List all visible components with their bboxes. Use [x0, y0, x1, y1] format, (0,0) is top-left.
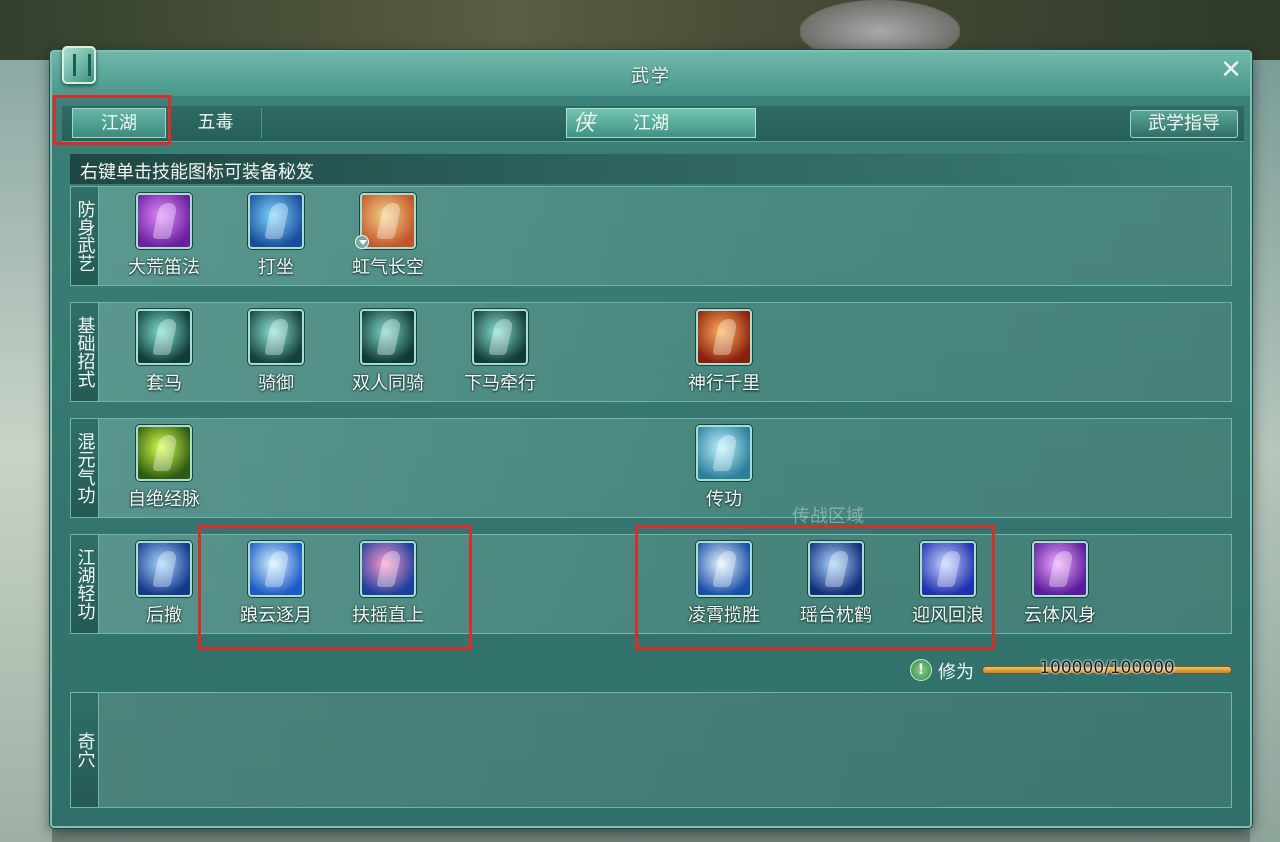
- cultivation-label: 修为: [938, 662, 974, 683]
- skill-name: 双人同骑: [352, 373, 424, 394]
- tab-wudu[interactable]: 五毒: [170, 108, 262, 138]
- school-tab[interactable]: 侠 江湖: [566, 108, 756, 138]
- info-icon[interactable]: !: [910, 659, 932, 681]
- skill-yaotai-crane[interactable]: 瑶台枕鹤: [781, 537, 891, 633]
- skill-icon[interactable]: [360, 309, 416, 365]
- skill-transfer-power[interactable]: 传功: [669, 421, 779, 517]
- skill-lingxiao[interactable]: 凌霄揽胜: [669, 537, 779, 633]
- skill-name: 下马牵行: [464, 373, 536, 394]
- section-label: 混元气功: [71, 419, 99, 517]
- skill-icon[interactable]: [136, 309, 192, 365]
- hint-bar: 右键单击技能图标可装备秘笈: [70, 154, 1232, 184]
- section-label: 江湖轻功: [71, 535, 99, 633]
- skill-name: 套马: [146, 373, 182, 394]
- section-qinggong: 江湖轻功 后撤 踉云逐月 扶摇直上 凌霄揽胜 瑶台枕鹤 迎风回浪 云体风身: [70, 534, 1232, 634]
- skill-name: 后撤: [146, 605, 182, 626]
- watermark-text: 传战区域: [792, 506, 864, 527]
- background-right: [1250, 60, 1280, 842]
- skill-name: 瑶台枕鹤: [800, 605, 872, 626]
- skill-name: 凌霄揽胜: [688, 605, 760, 626]
- hint-text: 右键单击技能图标可装备秘笈: [80, 162, 314, 183]
- skill-icon[interactable]: [920, 541, 976, 597]
- skill-icon[interactable]: [808, 541, 864, 597]
- skill-dahuang-flute[interactable]: 大荒笛法: [109, 189, 219, 285]
- skill-icon[interactable]: [248, 193, 304, 249]
- skill-name: 大荒笛法: [128, 257, 200, 278]
- skill-wind-wave[interactable]: 迎风回浪: [893, 537, 1003, 633]
- guide-button[interactable]: 武学指导: [1130, 110, 1238, 138]
- skill-dismount-lead[interactable]: 下马牵行: [445, 305, 555, 401]
- skill-retreat[interactable]: 后撤: [109, 537, 219, 633]
- section-label: 基础招式: [71, 303, 99, 401]
- skill-name: 骑御: [258, 373, 294, 394]
- close-button[interactable]: ✕: [1218, 55, 1244, 85]
- tab-bar: 江湖 五毒 侠 江湖 武学指导: [62, 106, 1244, 142]
- skill-icon[interactable]: [136, 541, 192, 597]
- skill-self-sever[interactable]: 自绝经脉: [109, 421, 219, 517]
- section-qixue: 奇穴: [70, 692, 1232, 808]
- section-label: 防身武艺: [71, 187, 99, 285]
- cultivation-value: 100000/100000: [1039, 658, 1175, 678]
- skill-name: 虹气长空: [352, 257, 424, 278]
- skill-icon[interactable]: [248, 309, 304, 365]
- martial-arts-window: 武学 ✕ 江湖 五毒 侠 江湖 武学指导 右键单击技能图标可装备秘笈 防身武艺 …: [50, 46, 1252, 828]
- dropdown-arrow-icon[interactable]: [355, 235, 369, 249]
- skill-icon[interactable]: [696, 425, 752, 481]
- skill-name: 自绝经脉: [128, 489, 200, 510]
- cultivation-meter: ! 修为 100000/100000: [910, 656, 1232, 684]
- skill-chase-moon[interactable]: 踉云逐月: [221, 537, 331, 633]
- skill-double-ride[interactable]: 双人同骑: [333, 305, 443, 401]
- skill-icon[interactable]: [136, 425, 192, 481]
- skill-icon[interactable]: [136, 193, 192, 249]
- section-jichu: 基础招式 套马 骑御 双人同骑 下马牵行 神行千里: [70, 302, 1232, 402]
- section-fangshen: 防身武艺 大荒笛法 打坐 虹气长空: [70, 186, 1232, 286]
- section-label: 奇穴: [71, 693, 99, 807]
- skill-name: 打坐: [258, 257, 294, 278]
- skill-name: 扶摇直上: [352, 605, 424, 626]
- skill-hongqi-changkong[interactable]: 虹气长空: [333, 189, 443, 285]
- skill-lasso-horse[interactable]: 套马: [109, 305, 219, 401]
- close-icon: ✕: [1220, 55, 1242, 85]
- section-hunyuan: 混元气功 自绝经脉 传功: [70, 418, 1232, 518]
- skill-name: 踉云逐月: [240, 605, 312, 626]
- title-bar[interactable]: 武学 ✕: [52, 46, 1250, 96]
- skill-meditate[interactable]: 打坐: [221, 189, 331, 285]
- skill-name: 传功: [706, 489, 742, 510]
- school-tab-label: 江湖: [633, 113, 669, 134]
- skill-name: 神行千里: [688, 373, 760, 394]
- skill-name: 迎风回浪: [912, 605, 984, 626]
- skill-icon[interactable]: [696, 309, 752, 365]
- xia-emblem-icon: 侠: [573, 111, 596, 136]
- skill-swift-travel[interactable]: 神行千里: [669, 305, 779, 401]
- skill-cloud-body[interactable]: 云体风身: [1005, 537, 1115, 633]
- skill-ride[interactable]: 骑御: [221, 305, 331, 401]
- background-rock: [800, 0, 960, 52]
- skill-icon[interactable]: [248, 541, 304, 597]
- skill-icon[interactable]: [696, 541, 752, 597]
- skill-icon[interactable]: [472, 309, 528, 365]
- background-left: [0, 60, 52, 842]
- skill-icon[interactable]: [1032, 541, 1088, 597]
- window-title: 武学: [631, 66, 671, 87]
- skill-icon[interactable]: [360, 541, 416, 597]
- skill-name: 云体风身: [1024, 605, 1096, 626]
- skill-soar-up[interactable]: 扶摇直上: [333, 537, 443, 633]
- tab-jianghu[interactable]: 江湖: [72, 108, 166, 138]
